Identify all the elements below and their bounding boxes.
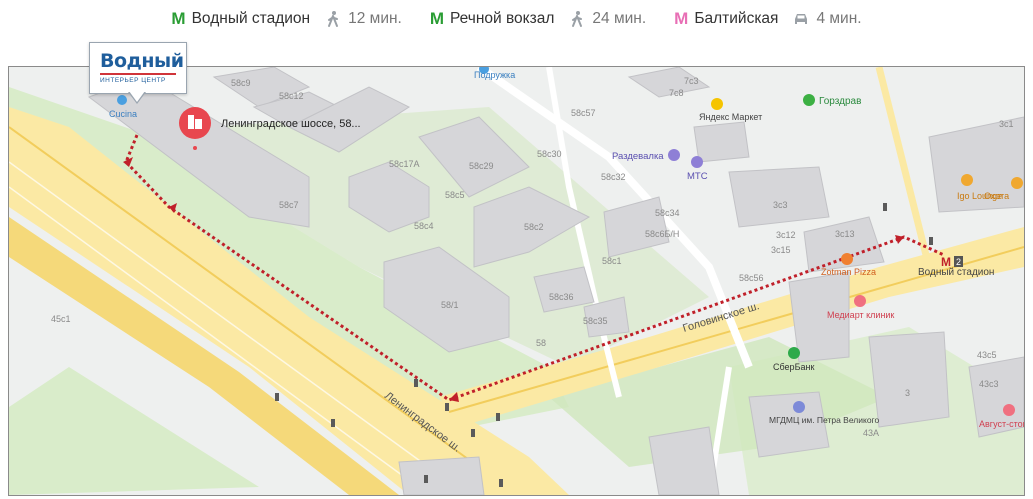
lounge-icon bbox=[961, 174, 973, 186]
exit-number: 2 bbox=[956, 257, 961, 267]
poi-label: МТС bbox=[687, 171, 708, 182]
house-number: 45с1 bbox=[51, 314, 71, 324]
house-number: 43с5 bbox=[977, 350, 997, 360]
clothing-icon bbox=[668, 149, 680, 161]
station-name: Водный стадион bbox=[191, 10, 311, 27]
logo-callout[interactable]: Водный ИНТЕРЬЕР ЦЕНТР bbox=[89, 42, 187, 94]
bank-icon bbox=[788, 347, 800, 359]
house-number: 3с15 bbox=[771, 245, 791, 255]
poi-label: Медиарт клиник bbox=[827, 310, 894, 320]
poi-label: Раздевалка bbox=[612, 151, 664, 162]
walk-icon bbox=[572, 11, 583, 27]
logo-underline bbox=[100, 73, 176, 75]
poi-label: Zotman Pizza bbox=[821, 267, 876, 277]
store-icon bbox=[711, 98, 723, 110]
transit-stop: M Балтийская 4 мин. bbox=[674, 9, 861, 29]
bar-icon bbox=[1011, 177, 1023, 189]
cafe-icon bbox=[117, 95, 127, 105]
poi-label: Горздрав bbox=[819, 96, 861, 107]
house-number: 58с17А bbox=[389, 159, 420, 169]
house-number: 3с13 bbox=[835, 229, 855, 239]
house-number: 3 bbox=[905, 388, 910, 398]
house-number: 58с12 bbox=[279, 91, 304, 101]
metro-icon: M bbox=[429, 9, 445, 28]
destination-label: Ленинградское шоссе, 58... bbox=[221, 118, 361, 130]
logo-subtitle: ИНТЕРЬЕР ЦЕНТР bbox=[100, 77, 166, 84]
map-view[interactable]: 58с9 58с12 58с17А 58с29 58с30 58с32 58с3… bbox=[8, 66, 1025, 496]
house-number: 43с3 bbox=[979, 379, 999, 389]
house-number: 58с9 bbox=[231, 78, 251, 88]
pharmacy-icon bbox=[803, 94, 815, 106]
poi-label: Cucina bbox=[109, 109, 137, 119]
transit-stop: M Речной вокзал 24 мин. bbox=[430, 9, 646, 29]
culture-icon bbox=[793, 401, 805, 413]
station-label: Водный стадион bbox=[918, 267, 994, 278]
house-number: 3с12 bbox=[776, 230, 796, 240]
house-number: 58с36 bbox=[549, 292, 574, 302]
station-name: Речной вокзал bbox=[450, 10, 555, 27]
house-number: 58с57 bbox=[571, 108, 596, 118]
house-number: 58с34 bbox=[655, 208, 680, 218]
poi-label: Подружка bbox=[474, 70, 515, 80]
poi-label: Охота bbox=[984, 191, 1009, 201]
logo-pointer-inner bbox=[129, 91, 145, 102]
pizza-icon bbox=[841, 253, 853, 265]
house-number: 58с35 bbox=[583, 316, 608, 326]
house-number: 58с7 bbox=[279, 200, 299, 210]
clinic-icon bbox=[854, 295, 866, 307]
phone-store-icon bbox=[691, 156, 703, 168]
house-number: 58с32 bbox=[601, 172, 626, 182]
metro-icon: M bbox=[171, 9, 186, 28]
dentist-icon bbox=[1003, 404, 1015, 416]
house-number: 3с3 bbox=[773, 200, 788, 210]
house-number: 58с30 bbox=[537, 149, 562, 159]
walk-icon bbox=[328, 11, 339, 27]
poi-label: СберБанк bbox=[773, 362, 814, 372]
poi-label: Яндекс Маркет bbox=[699, 112, 762, 122]
logo-title: Водный bbox=[100, 50, 184, 72]
house-number: 58 bbox=[536, 338, 546, 348]
station-name: Балтийская bbox=[694, 10, 779, 27]
house-number: 58с56 bbox=[739, 273, 764, 283]
map-canvas[interactable]: 58с9 58с12 58с17А 58с29 58с30 58с32 58с3… bbox=[9, 67, 1024, 495]
travel-duration: 12 мин. bbox=[348, 10, 402, 27]
house-number: 7с8 bbox=[669, 88, 684, 98]
poi[interactable]: Горздрав bbox=[803, 94, 861, 107]
house-number: 58с6Б/Н bbox=[645, 229, 679, 239]
house-number: 58с1 bbox=[602, 256, 622, 266]
travel-duration: 24 мин. bbox=[592, 10, 647, 27]
house-number: 43А bbox=[863, 428, 879, 438]
transit-info-bar: M Водный стадион 12 мин. M Речной вокзал… bbox=[0, 0, 1033, 38]
house-number: 58с4 bbox=[414, 221, 434, 231]
house-number: 58/1 bbox=[441, 300, 459, 310]
poi-label: Август-стом bbox=[979, 419, 1024, 429]
car-icon bbox=[795, 14, 808, 24]
house-number: 7с3 bbox=[684, 76, 699, 86]
house-number: 58с2 bbox=[524, 222, 544, 232]
house-number: 58с5 bbox=[445, 190, 465, 200]
house-number: 3с1 bbox=[999, 119, 1014, 129]
metro-icon: M bbox=[674, 9, 689, 28]
travel-duration: 4 мин. bbox=[816, 10, 862, 27]
house-number: 58с29 bbox=[469, 161, 494, 171]
poi-label: МГДМЦ им. Петра Великого bbox=[769, 415, 879, 425]
transit-stop: M Водный стадион 12 мин. bbox=[171, 9, 401, 29]
